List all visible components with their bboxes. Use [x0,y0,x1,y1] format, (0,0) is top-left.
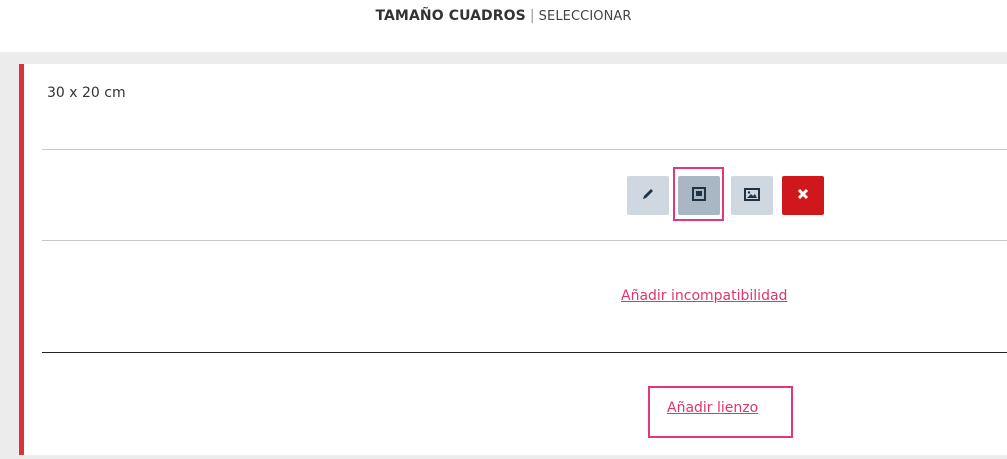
page-title-subtitle: SELECCIONAR [538,9,632,24]
page-title-main: TAMAÑO CUADROS [375,8,526,24]
page-title: TAMAÑO CUADROS | SELECCIONAR [0,8,1007,24]
pencil-icon [641,187,655,204]
image-icon [744,187,760,204]
title-separator: | [529,8,535,24]
divider [42,352,1007,353]
edit-button[interactable] [627,176,669,215]
size-card: 30 x 20 cm Añadir incompatibilidad Añadi… [19,64,1007,455]
add-incompatibility-link[interactable]: Añadir incompatibilidad [621,288,787,304]
image-button[interactable] [731,176,773,215]
divider [42,240,1007,241]
framed-image-icon [692,187,706,204]
delete-button[interactable] [782,176,824,215]
header-bar: TAMAÑO CUADROS | SELECCIONAR [0,0,1007,52]
close-icon [797,188,809,203]
frame-button[interactable] [678,176,720,215]
size-label: 30 x 20 cm [47,85,126,101]
divider [42,149,1007,150]
add-canvas-link[interactable]: Añadir lienzo [667,400,758,416]
